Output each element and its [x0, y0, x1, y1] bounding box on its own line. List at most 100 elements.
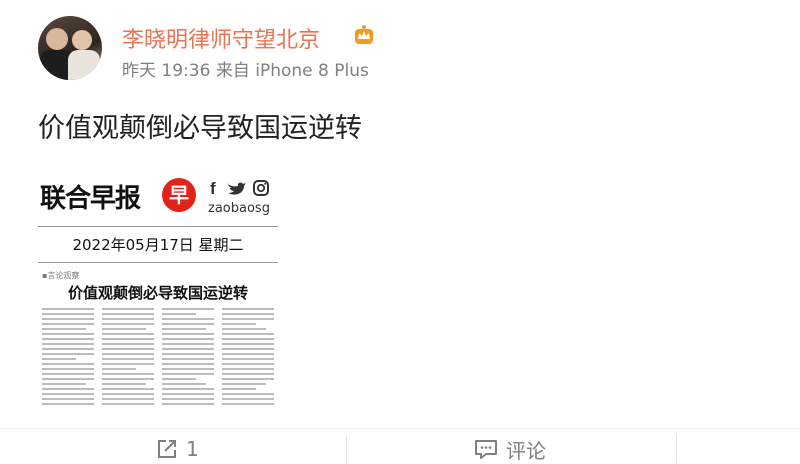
- body-text-line: [222, 348, 274, 350]
- body-text-line: [42, 383, 86, 385]
- body-text-line: [222, 393, 274, 395]
- body-text-line: [162, 358, 214, 360]
- body-text-line: [102, 368, 136, 370]
- body-text-line: [222, 388, 256, 390]
- body-text-line: [42, 343, 94, 345]
- body-text-line: [222, 398, 274, 400]
- body-text-line: [42, 348, 94, 350]
- body-text-line: [162, 333, 214, 335]
- body-text-line: [162, 348, 214, 350]
- body-text-line: [102, 333, 154, 335]
- body-text-line: [42, 393, 94, 395]
- body-text-line: [222, 323, 256, 325]
- vip-crown-icon[interactable]: [352, 24, 376, 46]
- body-text-line: [102, 323, 154, 325]
- body-text-line: [102, 313, 154, 315]
- body-text-line: [162, 318, 214, 320]
- share-icon: [158, 440, 176, 458]
- body-text-line: [222, 328, 266, 330]
- body-text-line: [222, 308, 274, 310]
- body-text-line: [102, 343, 154, 345]
- body-text-line: [102, 373, 154, 375]
- share-button[interactable]: 1: [156, 437, 199, 461]
- comment-icon: [475, 440, 497, 459]
- body-text-line: [42, 333, 94, 335]
- clipping-date: 2022年05月17日 星期二: [72, 236, 244, 254]
- masthead-title: 联合早报: [40, 184, 141, 214]
- body-text-line: [102, 328, 146, 330]
- svg-text:f: f: [210, 179, 216, 198]
- body-text-line: [102, 353, 154, 355]
- body-text-line: [162, 388, 214, 390]
- body-text-line: [222, 353, 274, 355]
- twitter-icon: [226, 182, 246, 195]
- instagram-icon: [253, 180, 269, 196]
- body-text-line: [42, 358, 76, 360]
- action-bar: 1 评论: [0, 428, 800, 463]
- body-text-line: [42, 373, 94, 375]
- avatar-person-left: [46, 28, 68, 50]
- divider: [38, 226, 278, 227]
- body-text-line: [162, 383, 206, 385]
- body-text-line: [102, 378, 154, 380]
- body-text-line: [222, 313, 274, 315]
- body-text-line: [162, 343, 214, 345]
- body-text-line: [42, 313, 94, 315]
- body-text-line: [102, 398, 154, 400]
- body-text-line: [102, 308, 154, 310]
- body-text-line: [42, 398, 94, 400]
- body-text-line: [42, 378, 94, 380]
- body-text-line: [222, 378, 274, 380]
- body-text-line: [222, 373, 274, 375]
- body-text-line: [102, 383, 146, 385]
- action-separator: [676, 435, 677, 463]
- post-text: 价值观颠倒必导致国运逆转: [38, 113, 362, 144]
- body-text-line: [162, 398, 214, 400]
- body-text-line: [222, 368, 274, 370]
- body-text-line: [162, 323, 214, 325]
- body-text-line: [222, 318, 274, 320]
- body-text-line: [42, 328, 86, 330]
- body-text-line: [162, 373, 214, 375]
- facebook-icon: f: [210, 179, 216, 198]
- body-text-line: [42, 308, 94, 310]
- body-text-line: [222, 363, 274, 365]
- comment-label: 评论: [506, 438, 546, 463]
- body-text-line: [162, 368, 214, 370]
- body-text-line: [162, 353, 214, 355]
- post-image[interactable]: 联合早报 早 f zaobaosg 2022年05月17日 星期二 ▪言论观察 …: [38, 160, 278, 413]
- avatar-person-right: [72, 30, 92, 50]
- masthead-badge: 早: [162, 178, 196, 212]
- divider: [38, 262, 278, 263]
- body-text-line: [162, 313, 196, 315]
- body-text-line: [162, 403, 214, 405]
- body-text-line: [222, 338, 274, 340]
- body-text-line: [222, 343, 274, 345]
- action-separator: [346, 435, 347, 463]
- post-time[interactable]: 昨天 19:36: [122, 61, 210, 81]
- body-text-line: [162, 363, 214, 365]
- body-text-line: [162, 308, 214, 310]
- body-text-line: [42, 363, 94, 365]
- body-text-line: [162, 393, 214, 395]
- body-text-line: [102, 403, 154, 405]
- body-text-line: [42, 318, 94, 320]
- body-text-line: [102, 393, 154, 395]
- body-text-line: [42, 338, 94, 340]
- comment-button[interactable]: 评论: [474, 437, 546, 463]
- body-text-line: [42, 368, 94, 370]
- author-avatar[interactable]: [38, 16, 102, 80]
- column-tag: ▪言论观察: [42, 271, 80, 280]
- avatar-body-right: [68, 50, 100, 80]
- body-text-line: [42, 388, 94, 390]
- body-text-line: [42, 403, 94, 405]
- author-name[interactable]: 李晓明律师守望北京: [122, 22, 320, 54]
- article-body-columns: [42, 308, 274, 405]
- clipping-headline: 价值观颠倒必导致国运逆转: [67, 284, 248, 302]
- body-text-line: [222, 358, 274, 360]
- share-count: 1: [186, 437, 199, 461]
- body-text-line: [162, 328, 206, 330]
- body-text-line: [42, 323, 94, 325]
- post-meta: 昨天 19:36 来自 iPhone 8 Plus: [122, 56, 369, 81]
- masthead-handle: zaobaosg: [208, 201, 270, 216]
